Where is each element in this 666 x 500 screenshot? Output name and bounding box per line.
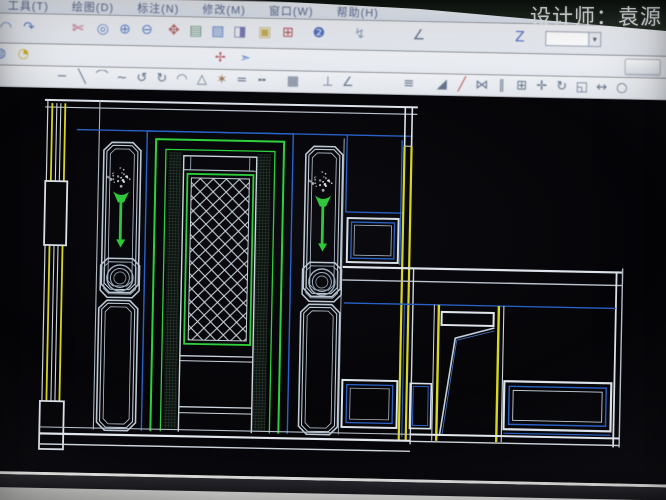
zoom-window-icon[interactable]: ◎ (95, 22, 110, 37)
measure-icon[interactable]: ≡ (401, 76, 416, 91)
lattice-panel (184, 174, 253, 345)
overflow-button[interactable] (625, 58, 661, 75)
designer-watermark: 设计师：袁源 (530, 1, 662, 31)
menu-item-4[interactable]: 窗口(W) (269, 2, 314, 19)
angle-icon[interactable]: ∠ (411, 28, 426, 43)
perp-icon[interactable]: ⊥ (320, 74, 335, 89)
equal-icon[interactable]: = (234, 73, 249, 88)
cad-drawing[interactable] (0, 86, 666, 485)
arc-icon[interactable]: ◠ (0, 20, 14, 35)
circle2-icon[interactable]: ○ (614, 80, 629, 95)
layer-combo[interactable] (545, 31, 589, 47)
menu-item-0[interactable]: 工具(T) (8, 0, 49, 13)
arc2-icon[interactable]: ⌒ (94, 70, 109, 85)
mirror-icon[interactable]: ⋈ (474, 78, 489, 93)
combo-dropdown-icon[interactable]: ▾ (589, 32, 601, 47)
markup-icon[interactable]: ▣ (257, 25, 272, 40)
autocad-window: 工具(T)绘图(D)标注(N)修改(M)窗口(W)帮助(H) ✎◠↷✄◎⊕⊖✥▤… (0, 0, 666, 500)
line-icon[interactable]: ─ (54, 69, 69, 84)
rotate-icon[interactable]: ↻ (554, 79, 569, 94)
pan-icon[interactable]: ✥ (166, 23, 181, 38)
dash-icon[interactable]: ╍ (254, 73, 269, 88)
stretch-icon[interactable]: ↔ (594, 80, 609, 95)
palettes-icon[interactable]: ◨ (232, 25, 247, 40)
menu-item-3[interactable]: 修改(M) (202, 1, 246, 18)
offset-icon[interactable]: ∥ (494, 78, 509, 93)
hatch-icon[interactable]: ▦ (285, 74, 300, 89)
designcenter-icon[interactable]: ▧ (210, 24, 225, 39)
xline-icon[interactable]: ╲ (74, 70, 89, 85)
zoom-in-icon[interactable]: ⊕ (117, 22, 132, 37)
calculator-icon[interactable]: ⊞ (280, 26, 295, 41)
menu-item-1[interactable]: 绘图(D) (72, 0, 115, 15)
zoom-out-icon[interactable]: ⊖ (139, 23, 154, 38)
undo2-icon[interactable]: ↺ (134, 71, 149, 86)
arc3-icon[interactable]: ◠ (174, 72, 189, 87)
publish-icon[interactable]: ➣ (238, 51, 253, 66)
photo-frame: 工具(T)绘图(D)标注(N)修改(M)窗口(W)帮助(H) ✎◠↷✄◎⊕⊖✥▤… (0, 0, 666, 500)
erase-icon[interactable]: ✄ (70, 21, 85, 36)
redline-icon[interactable]: ╱ (454, 77, 469, 92)
snap-circle2-icon[interactable]: ◍ (0, 46, 8, 61)
menu-item-2[interactable]: 标注(N) (137, 0, 180, 16)
array-icon[interactable]: ⊞ (514, 78, 529, 93)
zoom-previous-icon[interactable]: Z (512, 30, 527, 45)
redo2-icon[interactable]: ↻ (154, 71, 169, 86)
polyline-icon[interactable]: ~ (114, 70, 129, 85)
move-icon[interactable]: ✛ (534, 79, 549, 94)
polygon-icon[interactable]: △ (194, 72, 209, 87)
quick-select-icon[interactable]: ✢ (213, 50, 228, 65)
lightning-icon[interactable]: ↯ (352, 27, 367, 42)
scale-icon[interactable]: ◱ (574, 80, 589, 95)
properties-icon[interactable]: ▤ (188, 24, 203, 39)
menu-item-5[interactable]: 帮助(H) (336, 3, 379, 20)
drawing-canvas[interactable] (0, 86, 666, 485)
snap-circle3-icon[interactable]: ◔ (16, 46, 31, 61)
transom-panel (442, 312, 494, 326)
angle2-icon[interactable]: ∠ (340, 75, 355, 90)
star-icon[interactable]: ✶ (214, 72, 229, 87)
corner-icon[interactable]: ◢ (434, 77, 449, 92)
help2-icon[interactable]: ❷ (311, 26, 326, 41)
redo-icon[interactable]: ↷ (21, 20, 36, 35)
